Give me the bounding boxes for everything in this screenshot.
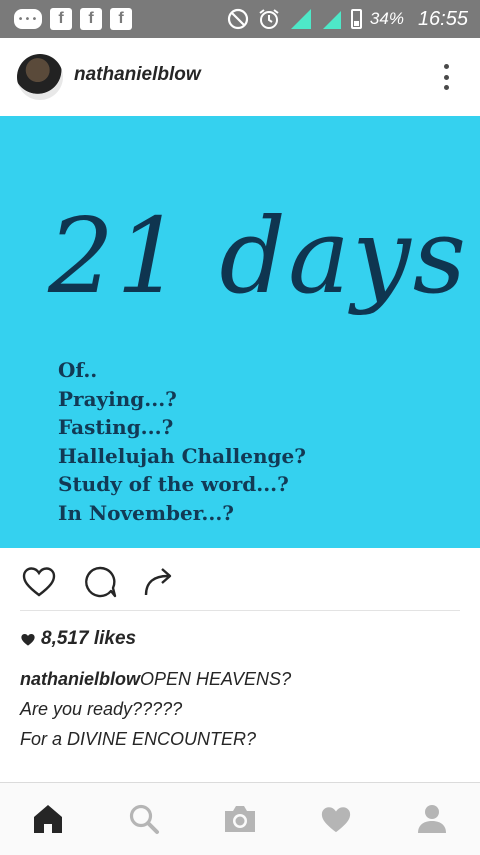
signal-icon — [290, 9, 311, 29]
post-image[interactable]: 21 days Of.. Praying...? Fasting...? Hal… — [0, 116, 480, 548]
caption-username[interactable]: nathanielblow — [20, 669, 140, 689]
image-text-lines: Of.. Praying...? Fasting...? Hallelujah … — [58, 356, 306, 527]
signal-icon — [322, 11, 341, 29]
caption: nathanielblowOPEN HEAVENS? Are you ready… — [20, 664, 460, 754]
nav-search[interactable] — [126, 801, 162, 837]
facebook-icon: f — [80, 8, 102, 30]
caption-line: Are you ready????? — [20, 699, 183, 719]
system-icons: 34% 16:55 — [227, 6, 468, 32]
home-icon — [34, 805, 62, 833]
post-actions — [0, 548, 480, 610]
caption-line: For a DIVINE ENCOUNTER? — [20, 729, 257, 749]
alarm-icon — [259, 9, 279, 29]
post-username[interactable]: nathanielblow — [74, 64, 201, 86]
battery-percent: 34% — [369, 9, 404, 28]
more-options-icon[interactable] — [442, 64, 450, 90]
profile-icon — [418, 805, 446, 833]
facebook-icon: f — [110, 8, 132, 30]
image-title: 21 days — [48, 195, 469, 317]
share-icon[interactable] — [142, 564, 178, 600]
likes-label: 8,517 likes — [41, 628, 137, 649]
message-icon: ••• — [14, 9, 42, 29]
image-text-line: Praying...? — [58, 386, 177, 411]
status-bar: ••• f f f 34% 16:55 — [0, 0, 480, 38]
nav-activity[interactable] — [318, 801, 354, 837]
battery-icon — [350, 9, 362, 29]
image-text-line: In November...? — [58, 500, 235, 525]
camera-icon — [225, 806, 255, 832]
search-icon — [129, 804, 159, 834]
divider — [20, 610, 460, 611]
post-header: nathanielblow — [0, 38, 480, 116]
nav-home[interactable] — [30, 801, 66, 837]
clock: 16:55 — [417, 7, 468, 30]
heart-icon — [21, 633, 35, 646]
heart-icon[interactable] — [21, 564, 57, 600]
facebook-icon: f — [50, 8, 72, 30]
image-text-line: Of.. — [58, 358, 98, 382]
image-text-line: Study of the word...? — [58, 472, 289, 496]
caption-line: OPEN HEAVENS? — [140, 669, 292, 689]
comment-icon[interactable] — [82, 564, 118, 600]
image-text-line: Fasting...? — [58, 415, 174, 439]
image-text-line: Hallelujah Challenge? — [58, 443, 306, 468]
notification-icons: ••• f f f — [14, 6, 132, 32]
do-not-disturb-icon — [227, 8, 249, 30]
avatar[interactable] — [17, 54, 63, 100]
likes-count[interactable]: 8,517 likes — [20, 628, 136, 650]
heart-icon — [321, 807, 351, 833]
nav-profile[interactable] — [414, 801, 450, 837]
bottom-nav — [0, 782, 480, 855]
nav-camera[interactable] — [222, 801, 258, 837]
